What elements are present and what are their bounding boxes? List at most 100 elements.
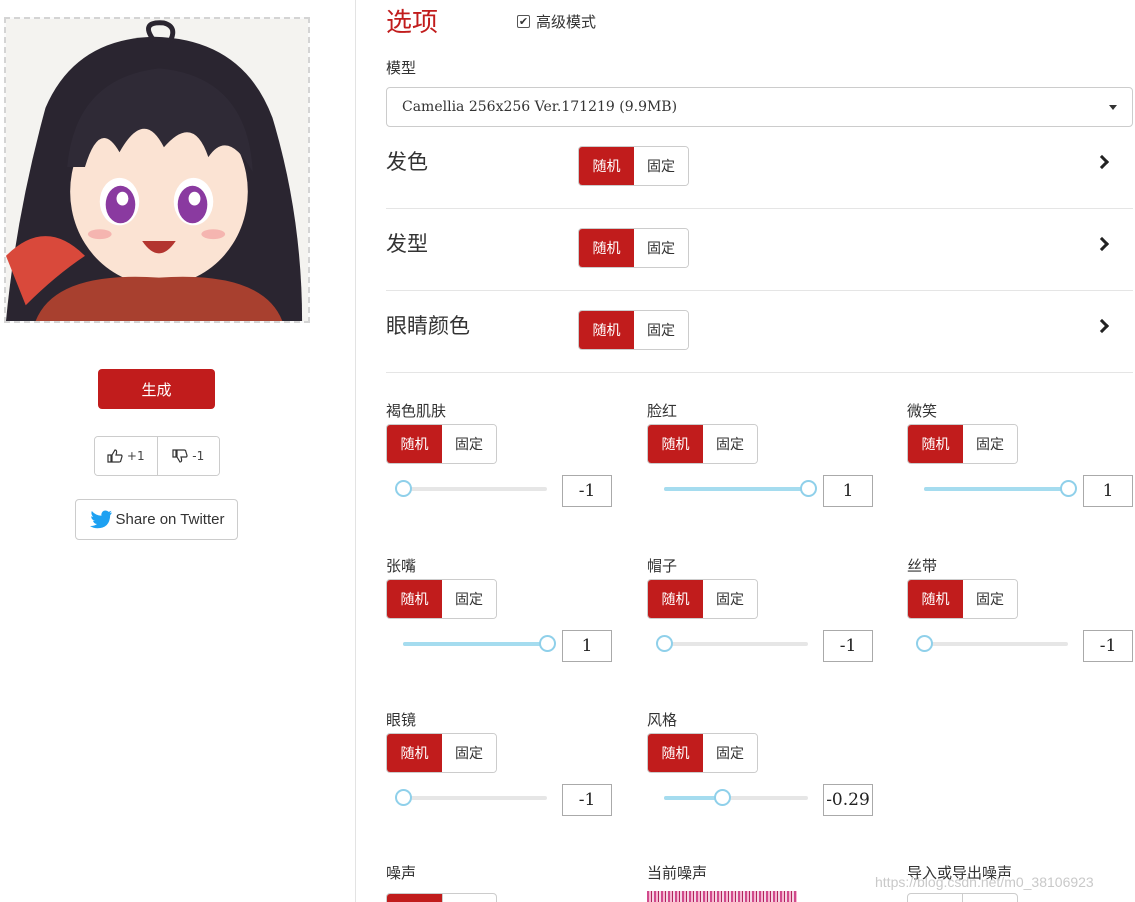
feature-slider[interactable] xyxy=(916,635,1068,652)
feature-label: 风格 xyxy=(647,711,678,729)
noise-random-fixed-toggle[interactable] xyxy=(386,893,497,902)
fixed-button[interactable]: 固定 xyxy=(634,229,688,267)
slider-handle[interactable] xyxy=(800,480,817,497)
random-button[interactable]: 随机 xyxy=(648,425,703,463)
feature-control: 丝带随机 固定 -1 xyxy=(907,555,1133,695)
feature-label: 眼镜 xyxy=(386,711,417,729)
random-button[interactable]: 随机 xyxy=(579,147,634,185)
advanced-mode-checkbox[interactable]: ✔ xyxy=(517,15,530,28)
slider-handle[interactable] xyxy=(539,635,556,652)
random-fixed-toggle: 随机 固定 xyxy=(907,579,1018,619)
random-button[interactable]: 随机 xyxy=(648,580,703,618)
slider-fill xyxy=(664,487,808,491)
fixed-button[interactable]: 固定 xyxy=(703,425,757,463)
model-label: 模型 xyxy=(386,59,417,77)
fixed-button[interactable]: 固定 xyxy=(963,580,1017,618)
current-noise-label: 当前噪声 xyxy=(647,864,708,882)
vote-button-group: +1 -1 xyxy=(94,436,220,476)
random-button[interactable]: 随机 xyxy=(648,734,703,772)
import-export-buttons[interactable] xyxy=(907,893,1018,902)
model-select-value: Camellia 256x256 Ver.171219 (9.9MB) xyxy=(402,99,678,115)
chevron-right-icon[interactable] xyxy=(1094,318,1110,334)
vote-up-button[interactable]: +1 xyxy=(95,437,157,475)
feature-slider[interactable] xyxy=(924,480,1077,497)
generated-avatar-image xyxy=(4,17,310,323)
thumbs-down-icon xyxy=(172,449,188,463)
advanced-mode-toggle[interactable]: ✔ 高级模式 xyxy=(517,11,596,32)
slider-handle[interactable] xyxy=(714,789,731,806)
fixed-button[interactable]: 固定 xyxy=(703,580,757,618)
random-button[interactable]: 随机 xyxy=(579,229,634,267)
feature-slider[interactable] xyxy=(664,789,808,806)
slider-handle[interactable] xyxy=(1060,480,1077,497)
chevron-right-icon[interactable] xyxy=(1094,236,1110,252)
share-twitter-label: Share on Twitter xyxy=(115,511,225,528)
fixed-button[interactable]: 固定 xyxy=(634,311,688,349)
random-fixed-toggle: 随机 固定 xyxy=(386,424,497,464)
feature-value-input[interactable]: -1 xyxy=(823,630,873,662)
fixed-button[interactable]: 固定 xyxy=(634,147,688,185)
slider-handle[interactable] xyxy=(395,789,412,806)
feature-label: 帽子 xyxy=(647,557,678,575)
random-fixed-toggle: 随机 固定 xyxy=(578,146,689,186)
feature-slider[interactable] xyxy=(656,635,808,652)
feature-control: 眼镜随机 固定 -1 xyxy=(386,709,612,849)
random-fixed-toggle: 随机 固定 xyxy=(647,733,758,773)
row-label: 发型 xyxy=(386,232,428,256)
slider-fill xyxy=(924,487,1068,491)
advanced-mode-label: 高级模式 xyxy=(536,13,597,31)
random-fixed-toggle: 随机 固定 xyxy=(386,579,497,619)
slider-handle[interactable] xyxy=(916,635,933,652)
feature-control: 张嘴 随机 固定 1 xyxy=(386,555,612,695)
chevron-right-icon[interactable] xyxy=(1094,154,1110,170)
slider-handle[interactable] xyxy=(395,480,412,497)
fixed-button[interactable]: 固定 xyxy=(963,425,1017,463)
random-button[interactable]: 随机 xyxy=(387,580,442,618)
fixed-button[interactable]: 固定 xyxy=(442,425,496,463)
generate-button[interactable]: 生成 xyxy=(98,369,215,409)
feature-label: 丝带 xyxy=(907,557,938,575)
feature-value-input[interactable]: -1 xyxy=(1083,630,1133,662)
feature-slider[interactable] xyxy=(403,635,556,652)
vote-up-label: +1 xyxy=(126,449,145,463)
feature-value-input[interactable]: 1 xyxy=(823,475,873,507)
thumbs-up-icon xyxy=(107,449,123,463)
random-button[interactable]: 随机 xyxy=(579,311,634,349)
share-twitter-button[interactable]: Share on Twitter xyxy=(75,499,238,540)
feature-slider[interactable] xyxy=(664,480,817,497)
feature-slider[interactable] xyxy=(395,789,547,806)
feature-label: 脸红 xyxy=(647,402,678,420)
feature-slider[interactable] xyxy=(395,480,547,497)
option-row-eye-color: 眼睛颜色 随机 固定 xyxy=(386,291,1133,373)
random-fixed-toggle: 随机 固定 xyxy=(578,228,689,268)
twitter-bird-icon xyxy=(89,510,112,528)
random-fixed-toggle: 随机 固定 xyxy=(647,579,758,619)
feature-control: 帽子随机 固定 -1 xyxy=(647,555,873,695)
caret-down-icon xyxy=(1109,105,1117,110)
row-label: 眼睛颜色 xyxy=(386,314,470,338)
vote-down-label: -1 xyxy=(192,449,205,463)
feature-value-input[interactable]: 1 xyxy=(562,630,612,662)
feature-value-input[interactable]: -1 xyxy=(562,784,612,816)
vote-down-button[interactable]: -1 xyxy=(156,437,219,475)
watermark-text: https://blog.csdn.net/m0_38106923 xyxy=(875,874,1094,890)
feature-value-input[interactable]: 1 xyxy=(1083,475,1133,507)
feature-control: 微笑随机 固定 1 xyxy=(907,400,1133,540)
feature-label: 微笑 xyxy=(907,402,938,420)
feature-label: 褐色肌肤 xyxy=(386,402,447,420)
fixed-button[interactable]: 固定 xyxy=(703,734,757,772)
slider-handle[interactable] xyxy=(656,635,673,652)
random-button[interactable]: 随机 xyxy=(387,425,442,463)
model-select[interactable]: Camellia 256x256 Ver.171219 (9.9MB) xyxy=(386,87,1133,127)
options-title: 选项 xyxy=(386,8,439,38)
random-button[interactable]: 随机 xyxy=(908,425,963,463)
anime-girl-illustration xyxy=(6,19,308,321)
feature-control: 褐色肌肤随机 固定 -1 xyxy=(386,400,612,540)
random-button[interactable]: 随机 xyxy=(908,580,963,618)
option-row-hair-color: 发色 随机 固定 xyxy=(386,127,1133,209)
fixed-button[interactable]: 固定 xyxy=(442,734,496,772)
feature-value-input[interactable]: -1 xyxy=(562,475,612,507)
random-button[interactable]: 随机 xyxy=(387,734,442,772)
feature-value-input[interactable]: -0.29 xyxy=(823,784,873,816)
fixed-button[interactable]: 固定 xyxy=(442,580,496,618)
